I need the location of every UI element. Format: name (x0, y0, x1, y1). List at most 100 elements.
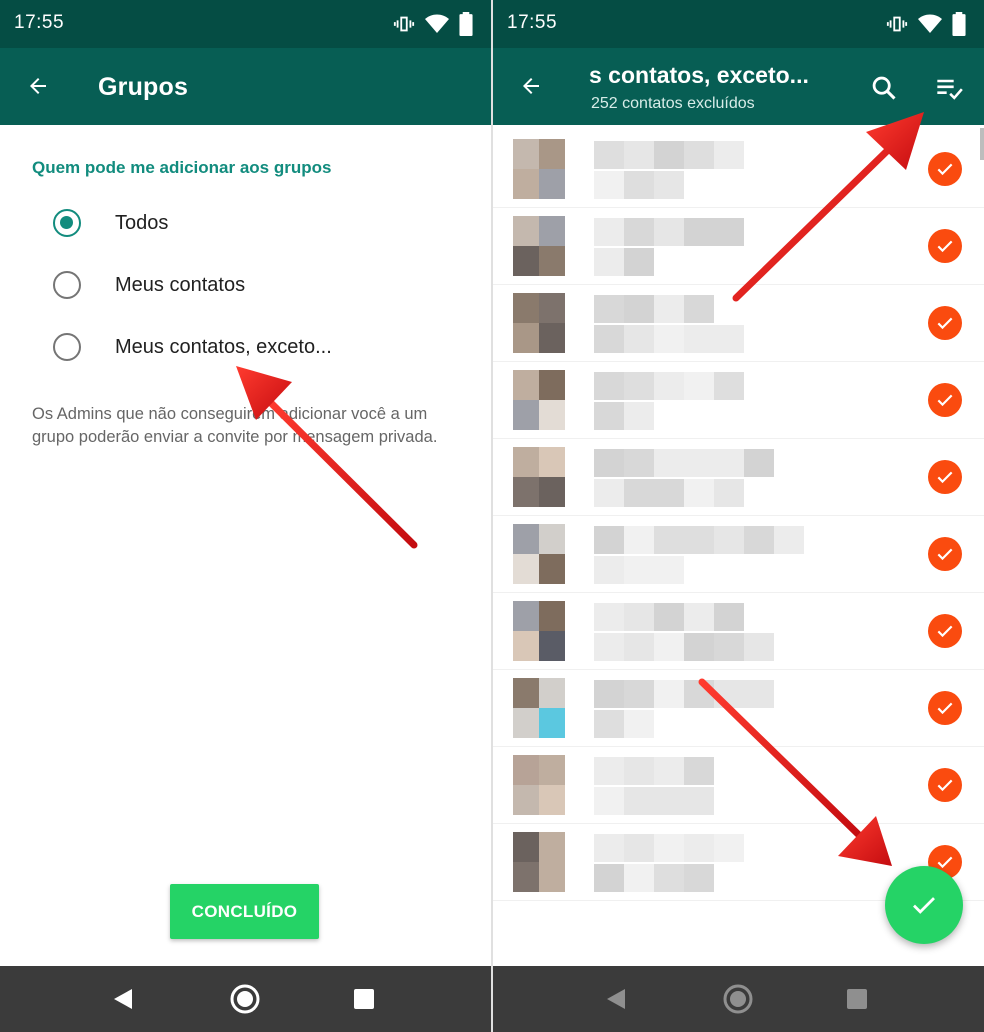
radio-button-checked[interactable] (53, 209, 81, 237)
option-label: Meus contatos, exceto... (115, 335, 332, 358)
redacted-pixel (624, 218, 654, 246)
nav-back-icon[interactable] (106, 983, 138, 1015)
contact-row[interactable] (493, 362, 984, 439)
left-screen: 17:55 Grupos Quem pode me adicionar aos … (0, 0, 491, 1032)
redacted-pixel (744, 449, 774, 477)
redacted-pixel (744, 680, 774, 708)
status-bar: 17:55 (0, 0, 491, 48)
option-label: Meus contatos (115, 273, 246, 296)
redacted-pixel (684, 680, 714, 708)
redacted-pixel (624, 680, 654, 708)
avatar-pixel (513, 477, 539, 507)
check-icon (937, 471, 953, 484)
help-text: Os Admins que não conseguirem adicionar … (32, 405, 438, 446)
redacted-pixel (624, 171, 654, 199)
select-all-icon[interactable] (935, 74, 963, 102)
scrollbar[interactable] (980, 128, 984, 160)
page-title: s contatos, exceto... (589, 62, 809, 88)
contact-selected-check[interactable] (928, 537, 962, 571)
contact-selected-check[interactable] (928, 691, 962, 725)
back-arrow-icon[interactable] (24, 74, 52, 98)
redacted-pixel (594, 556, 624, 584)
option-label: Todos (115, 211, 169, 234)
confirm-fab[interactable] (885, 866, 963, 944)
radio-button[interactable] (53, 271, 81, 299)
avatar-pixel (513, 323, 539, 353)
contact-row[interactable] (493, 439, 984, 516)
redacted-pixel (624, 864, 654, 892)
redacted-pixel (654, 171, 684, 199)
contact-row[interactable] (493, 670, 984, 747)
redacted-pixel (684, 633, 714, 661)
contact-selected-check[interactable] (928, 152, 962, 186)
contact-row[interactable] (493, 285, 984, 362)
redacted-pixel (594, 864, 624, 892)
done-button[interactable]: CONCLUÍDO (170, 884, 319, 939)
check-icon (937, 240, 953, 253)
contact-selected-check[interactable] (928, 614, 962, 648)
redacted-pixel (684, 603, 714, 631)
app-bar: s contatos, exceto... 252 contatos exclu… (493, 48, 984, 125)
nav-recents-icon[interactable] (841, 983, 873, 1015)
avatar-pixel (513, 755, 539, 785)
contact-selected-check[interactable] (928, 768, 962, 802)
redacted-pixel (714, 479, 744, 507)
contact-selected-check[interactable] (928, 460, 962, 494)
battery-icon (459, 12, 473, 36)
option-everyone[interactable]: Todos (40, 196, 460, 250)
contact-avatar (513, 447, 565, 507)
check-icon (913, 897, 935, 914)
redacted-pixel (654, 633, 684, 661)
radio-button[interactable] (53, 333, 81, 361)
redacted-pixel (594, 787, 624, 815)
redacted-pixel (684, 479, 714, 507)
redacted-pixel (684, 864, 714, 892)
redacted-pixel (594, 295, 624, 323)
redacted-pixel (624, 556, 654, 584)
redacted-pixel (624, 449, 654, 477)
redacted-pixel (594, 757, 624, 785)
redacted-pixel (714, 141, 744, 169)
contact-row[interactable] (493, 131, 984, 208)
nav-back-icon[interactable] (599, 983, 631, 1015)
redacted-pixel (684, 295, 714, 323)
redacted-pixel (624, 787, 654, 815)
contact-selected-check[interactable] (928, 306, 962, 340)
contact-selected-check[interactable] (928, 383, 962, 417)
redacted-pixel (594, 710, 624, 738)
avatar-pixel (539, 323, 565, 353)
avatar-pixel (539, 678, 565, 708)
redacted-pixel (654, 834, 684, 862)
redacted-pixel (594, 171, 624, 199)
option-my-contacts[interactable]: Meus contatos (40, 258, 460, 312)
redacted-pixel (654, 864, 684, 892)
redacted-pixel (714, 603, 744, 631)
avatar-pixel (539, 524, 565, 554)
redacted-pixel (654, 295, 684, 323)
nav-home-icon[interactable] (229, 983, 261, 1015)
contact-selected-check[interactable] (928, 229, 962, 263)
redacted-pixel (684, 449, 714, 477)
redacted-pixel (624, 834, 654, 862)
redacted-pixel (624, 526, 654, 554)
nav-recents-icon[interactable] (348, 983, 380, 1015)
back-arrow-icon[interactable] (517, 74, 545, 98)
redacted-pixel (684, 372, 714, 400)
contact-row[interactable] (493, 747, 984, 824)
redacted-pixel (654, 372, 684, 400)
avatar-pixel (513, 293, 539, 323)
avatar-pixel (539, 216, 565, 246)
avatar-pixel (513, 524, 539, 554)
contact-row[interactable] (493, 516, 984, 593)
contact-list[interactable] (493, 125, 984, 966)
avatar-pixel (539, 785, 565, 815)
nav-home-icon[interactable] (722, 983, 754, 1015)
option-my-contacts-except[interactable]: Meus contatos, exceto... (40, 320, 460, 374)
contact-row[interactable] (493, 593, 984, 670)
search-icon[interactable] (870, 74, 898, 102)
excluded-count: 252 contatos excluídos (591, 95, 755, 112)
contact-row[interactable] (493, 208, 984, 285)
avatar-pixel (513, 601, 539, 631)
avatar-pixel (539, 370, 565, 400)
app-bar: Grupos (0, 48, 491, 125)
